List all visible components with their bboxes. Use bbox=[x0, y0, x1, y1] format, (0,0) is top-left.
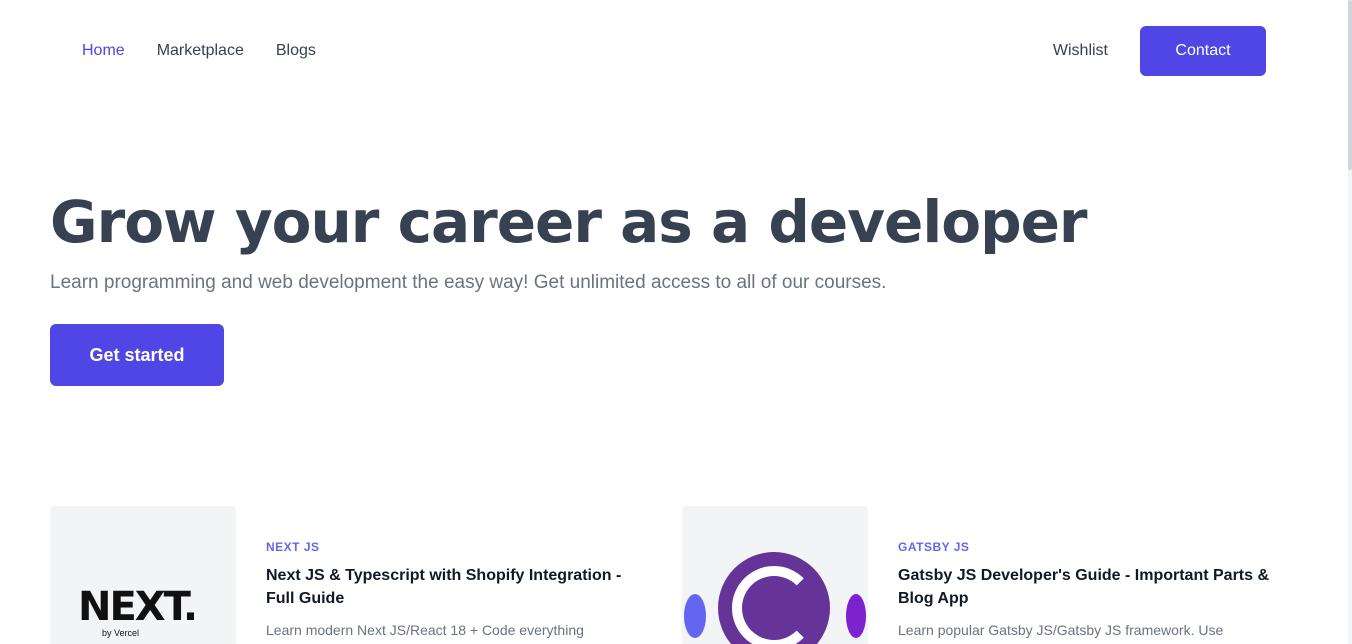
gatsby-logo-ring bbox=[732, 566, 816, 644]
nav-link-marketplace[interactable]: Marketplace bbox=[157, 40, 244, 62]
course-description: Learn modern Next JS/React 18 + Code eve… bbox=[266, 622, 584, 638]
page: Home Marketplace Blogs Wishlist Contact … bbox=[0, 0, 1352, 644]
course-thumbnail[interactable]: NEXT. by Vercel bbox=[50, 506, 236, 644]
nav-links: Home Marketplace Blogs bbox=[82, 40, 316, 62]
course-tag[interactable]: GATSBY JS bbox=[898, 540, 1278, 554]
hero-section: Grow your career as a developer Learn pr… bbox=[50, 186, 1088, 386]
course-description: Learn popular Gatsby JS/Gatsby JS framew… bbox=[898, 622, 1224, 638]
nextjs-logo: NEXT. bbox=[78, 584, 198, 630]
scrollbar[interactable] bbox=[1348, 0, 1352, 644]
course-list: NEXT. by Vercel NEXT JS Next JS & Typesc… bbox=[50, 506, 1300, 644]
nextjs-logo-subtitle: by Vercel bbox=[102, 628, 140, 638]
hero-subtitle: Learn programming and web development th… bbox=[50, 272, 887, 293]
nav-link-home[interactable]: Home bbox=[82, 40, 125, 62]
decorative-dot bbox=[846, 594, 866, 638]
course-card-nextjs[interactable]: NEXT. by Vercel NEXT JS Next JS & Typesc… bbox=[50, 506, 660, 644]
scrollbar-thumb[interactable] bbox=[1348, 0, 1352, 170]
get-started-button[interactable]: Get started bbox=[50, 324, 224, 386]
course-title[interactable]: Next JS & Typescript with Shopify Integr… bbox=[266, 564, 646, 610]
nav-link-wishlist[interactable]: Wishlist bbox=[1053, 42, 1108, 60]
course-thumbnail[interactable] bbox=[682, 506, 868, 644]
nav-link-blogs[interactable]: Blogs bbox=[276, 40, 316, 62]
course-card-gatsbyjs[interactable]: GATSBY JS Gatsby JS Developer's Guide - … bbox=[682, 506, 1292, 644]
course-tag[interactable]: NEXT JS bbox=[266, 540, 646, 554]
course-card-body: NEXT JS Next JS & Typescript with Shopif… bbox=[266, 540, 646, 640]
top-navigation: Home Marketplace Blogs Wishlist Contact bbox=[0, 0, 1348, 104]
hero-title: Grow your career as a developer bbox=[50, 188, 1088, 256]
gatsby-logo-icon bbox=[718, 552, 830, 644]
nav-actions: Wishlist Contact bbox=[1053, 26, 1266, 76]
course-card-body: GATSBY JS Gatsby JS Developer's Guide - … bbox=[898, 540, 1278, 640]
contact-button[interactable]: Contact bbox=[1140, 26, 1266, 76]
decorative-dot bbox=[684, 594, 706, 638]
course-title[interactable]: Gatsby JS Developer's Guide - Important … bbox=[898, 564, 1278, 610]
